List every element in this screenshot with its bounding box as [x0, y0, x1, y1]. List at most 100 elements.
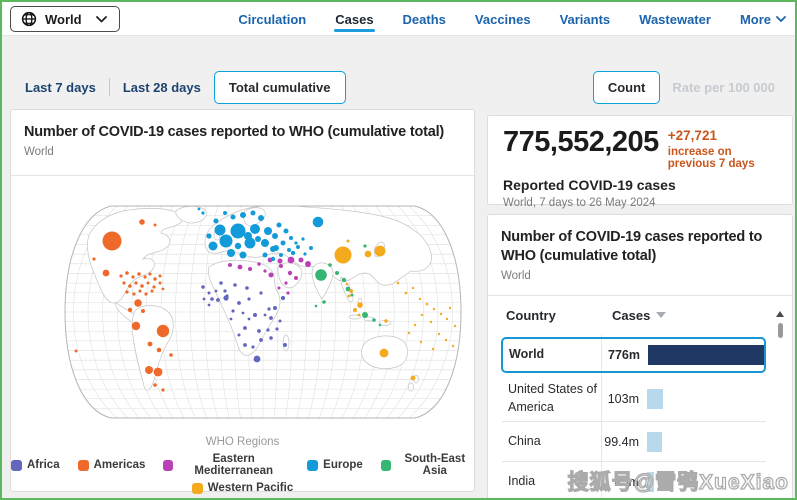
legend-item-western-pacific: Western Pacific	[191, 482, 294, 494]
country-cases-table: Country Cases World 776m United States of …	[501, 295, 766, 498]
legend-swatch	[307, 459, 319, 471]
chevron-down-icon	[776, 15, 786, 22]
legend-label: Western Pacific	[207, 482, 294, 494]
map-card-subtitle: World	[24, 145, 54, 158]
stats-label: Reported COVID-19 cases	[503, 176, 676, 193]
legend-swatch	[191, 482, 203, 494]
legend-swatch	[380, 459, 391, 471]
time-tab-last-7-days[interactable]: Last 7 days	[12, 72, 109, 103]
cases-bar-track	[647, 431, 766, 453]
map-card: Number of COVID-19 cases reported to WHO…	[10, 109, 475, 494]
table-card-header: Number of COVID-19 cases reported to WHO…	[488, 215, 792, 282]
cases-value-cell: 99.4m	[604, 434, 639, 449]
delta-block: +27,721 increase on previous 7 days	[668, 128, 777, 170]
nav-tab-label: Variants	[559, 11, 611, 27]
nav-tab-label: More	[739, 11, 771, 27]
legend-swatch	[11, 459, 22, 471]
nav-tab-label: Vaccines	[474, 11, 531, 27]
continents	[87, 206, 432, 392]
table-card-subtitle: World	[501, 269, 531, 282]
column-header-cases[interactable]: Cases	[612, 307, 667, 323]
table-card-title: Number of COVID-19 cases reported to WHO…	[501, 229, 763, 264]
table-row-china[interactable]: China 99.4m	[502, 421, 766, 461]
cases-value-cell: 45m	[614, 474, 639, 489]
nav-tab-label: Circulation	[238, 11, 307, 27]
nav-tab-more[interactable]: More	[739, 3, 787, 36]
legend-swatch	[77, 459, 89, 471]
cases-bar-track	[648, 344, 764, 366]
region-selector[interactable]: World	[10, 6, 120, 32]
nav-tab-label: Wastewater	[639, 11, 711, 27]
legend-item-europe: Europe	[307, 453, 363, 477]
legend-row: Africa Americas Eastern Mediterranean Europ…	[11, 453, 474, 477]
legend-item-americas: Americas	[77, 453, 146, 477]
cases-bar-track	[647, 471, 766, 493]
chevron-down-icon	[95, 15, 107, 22]
time-tab-last-28-days[interactable]: Last 28 days	[110, 72, 214, 103]
nav-tab-label: Deaths	[402, 11, 446, 27]
legend-label: Americas	[93, 459, 146, 471]
country-cell: World	[509, 347, 545, 362]
legend-swatch	[163, 459, 174, 471]
map-card-header: Number of COVID-19 cases reported to WHO…	[11, 110, 474, 158]
nav-tab-vaccines[interactable]: Vaccines	[474, 3, 532, 36]
legend-item-south-east-asia: South-East Asia	[380, 453, 474, 477]
legend-label: Eastern Mediterranean	[194, 453, 274, 477]
table-row-world[interactable]: World 776m	[501, 337, 766, 373]
delta-caption: increase on previous 7 days	[667, 145, 755, 170]
sort-desc-icon	[656, 312, 667, 318]
scroll-up-arrow[interactable]	[776, 311, 784, 317]
delta-value: +27,721	[667, 128, 717, 143]
filters-row: Last 7 days Last 28 days Total cumulative …	[12, 70, 787, 104]
table-row-united-states-of-america[interactable]: United States of America 103m	[502, 376, 766, 421]
stats-caption: World, 7 days to 26 May 2024	[503, 196, 656, 209]
unit-toggle-rate-per-100-000: Rate per 100 000	[660, 72, 787, 103]
nav-tab-deaths[interactable]: Deaths	[402, 3, 447, 36]
legend-item-africa: Africa	[11, 453, 60, 477]
legend-label: Africa	[27, 459, 60, 471]
summary-stats-card: 775,552,205 +27,721 increase on previous…	[487, 115, 793, 209]
time-tab-total-cumulative[interactable]: Total cumulative	[213, 70, 346, 104]
who-covid19-dashboard: World Circulation Cases Deaths Vaccines Vari…	[0, 0, 797, 500]
stats-value-row: 775,552,205 +27,721 increase on previous…	[503, 128, 777, 170]
map-card-title: Number of COVID-19 cases reported to WHO…	[24, 124, 445, 140]
nav-tab-variants[interactable]: Variants	[559, 3, 612, 36]
topbar: World Circulation Cases Deaths Vaccines Vari…	[2, 2, 795, 36]
table-header-row: Country Cases	[502, 295, 766, 335]
cases-bar	[647, 471, 654, 492]
unit-toggle: Count Rate per 100 000	[592, 70, 787, 104]
legend-label: Europe	[323, 459, 363, 471]
column-header-country: Country	[506, 307, 556, 323]
cases-table-card: Number of COVID-19 cases reported to WHO…	[487, 214, 793, 498]
globe-icon	[21, 11, 37, 27]
cases-value-cell: 103m	[607, 391, 639, 406]
region-selector-label: World	[45, 11, 82, 27]
cases-bar-track	[647, 388, 766, 410]
scrollbar-thumb[interactable]	[777, 323, 783, 338]
world-bubble-map[interactable]	[61, 196, 465, 428]
country-cell: China	[508, 433, 541, 448]
nav-tab-circulation[interactable]: Circulation	[237, 3, 307, 36]
table-row-india[interactable]: India 45m	[502, 461, 766, 498]
unit-toggle-count[interactable]: Count	[592, 70, 661, 104]
nav-tab-label: Cases	[335, 11, 374, 27]
total-cases-value: 775,552,205	[503, 126, 659, 158]
table-scrollbar	[774, 311, 786, 338]
cases-bar	[647, 388, 663, 409]
legend-item-eastern-mediterranean: Eastern Mediterranean	[163, 453, 289, 477]
divider	[11, 175, 474, 176]
cases-bar	[647, 431, 663, 452]
cases-value-cell: 776m	[608, 348, 640, 362]
legend-title: WHO Regions	[205, 436, 280, 448]
country-cell: India	[508, 473, 536, 488]
cases-bar	[648, 345, 764, 365]
legend-row: Western Pacific	[11, 482, 474, 494]
map-legend: WHO Regions Africa Americas Eastern Medite…	[11, 436, 474, 494]
time-range-tabs: Last 7 days Last 28 days Total cumulative	[12, 70, 346, 104]
table-body: World 776m United States of America 103m Chi…	[501, 337, 766, 498]
legend-label: South-East Asia	[404, 453, 466, 477]
nav-tab-wastewater[interactable]: Wastewater	[638, 3, 712, 36]
column-header-cases-label: Cases	[612, 307, 651, 323]
nav-tab-cases[interactable]: Cases	[334, 3, 375, 36]
main-nav: Circulation Cases Deaths Vaccines Variants Wa…	[237, 2, 787, 36]
